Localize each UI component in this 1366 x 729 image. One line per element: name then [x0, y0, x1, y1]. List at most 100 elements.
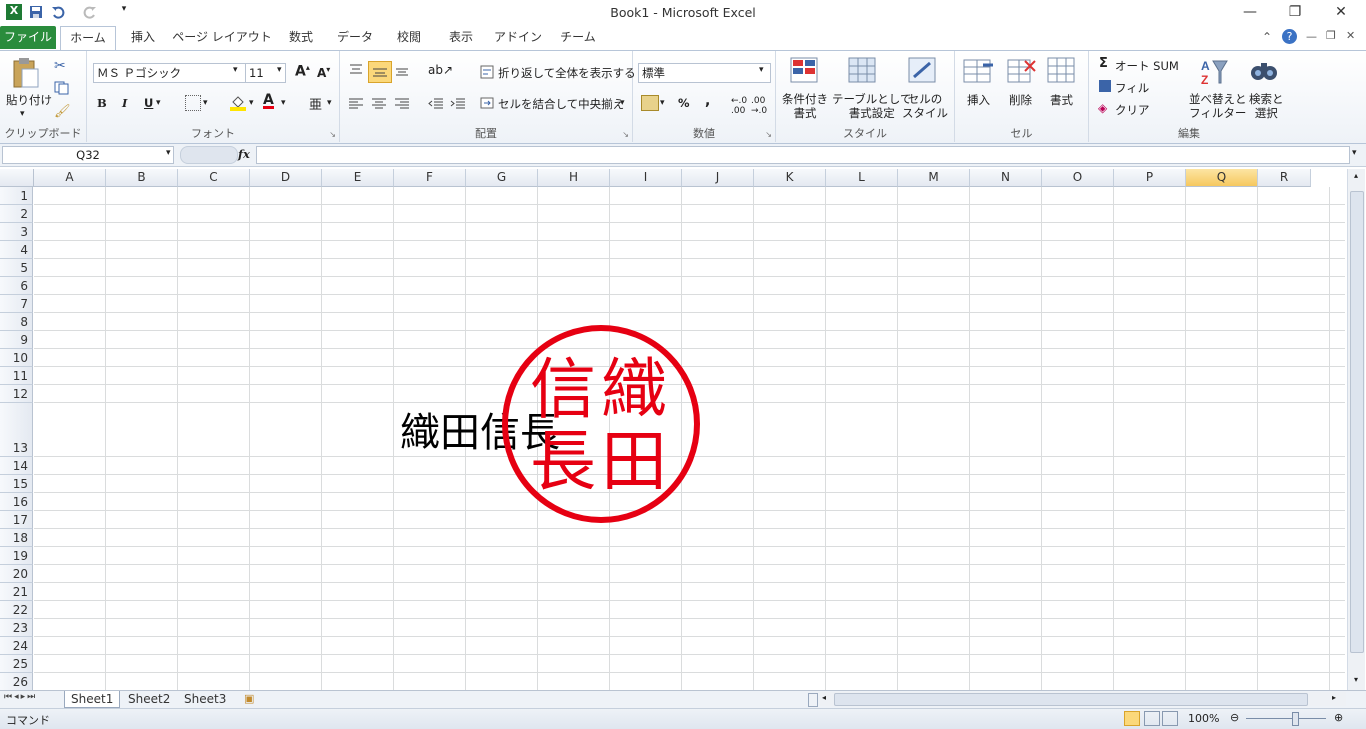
align-bottom-icon[interactable] [394, 63, 410, 80]
select-all-button[interactable] [0, 169, 34, 187]
tab-formulas[interactable]: 数式 [278, 26, 324, 49]
column-header-e[interactable]: E [322, 169, 394, 187]
increase-indent-icon[interactable] [450, 96, 466, 113]
formula-input[interactable] [256, 146, 1350, 164]
column-header-b[interactable]: B [106, 169, 178, 187]
font-size-dropdown-icon[interactable]: ▾ [277, 65, 282, 75]
row-header-4[interactable]: 4 [0, 241, 33, 259]
tab-addins[interactable]: アドイン [490, 26, 546, 49]
row-header-23[interactable]: 23 [0, 619, 33, 637]
tab-split-handle[interactable] [808, 693, 818, 707]
row-header-5[interactable]: 5 [0, 259, 33, 277]
name-box[interactable]: Q32 [2, 146, 174, 164]
number-format-select[interactable]: 標準 [638, 63, 771, 83]
row-header-8[interactable]: 8 [0, 313, 33, 331]
row-header-13[interactable]: 13 [0, 403, 33, 457]
collapse-ribbon-icon[interactable]: ⌃ [1262, 30, 1272, 44]
zoom-slider-thumb[interactable] [1292, 712, 1299, 726]
underline-dropdown-icon[interactable]: ▾ [156, 98, 161, 108]
page-layout-view-icon[interactable] [1144, 711, 1160, 726]
restore-button[interactable]: ❐ [1280, 4, 1310, 22]
row-header-17[interactable]: 17 [0, 511, 33, 529]
normal-view-icon[interactable] [1124, 711, 1140, 726]
row-header-3[interactable]: 3 [0, 223, 33, 241]
zoom-out-icon[interactable]: ⊖ [1230, 711, 1239, 724]
row-header-26[interactable]: 26 [0, 673, 33, 691]
column-header-p[interactable]: P [1114, 169, 1186, 187]
insert-cells-button[interactable]: 挿入 [967, 92, 990, 108]
conditional-formatting-button[interactable]: 条件付き 書式 [782, 92, 828, 120]
sheet-nav-arrows-icon[interactable]: ⏮◂▸⏭ [4, 692, 37, 702]
clear-icon[interactable]: ◈ [1098, 101, 1107, 115]
column-header-l[interactable]: L [826, 169, 898, 187]
phonetic-dropdown-icon[interactable]: ▾ [327, 98, 332, 108]
underline-button[interactable]: U [144, 96, 153, 110]
align-middle-icon[interactable] [368, 61, 392, 83]
delete-cells-button[interactable]: 削除 [1009, 92, 1032, 108]
row-header-22[interactable]: 22 [0, 601, 33, 619]
row-header-1[interactable]: 1 [0, 187, 33, 205]
cut-icon[interactable]: ✂ [54, 58, 66, 74]
decrease-indent-icon[interactable] [428, 96, 444, 113]
tab-team[interactable]: チーム [552, 26, 604, 49]
row-header-25[interactable]: 25 [0, 655, 33, 673]
row-header-18[interactable]: 18 [0, 529, 33, 547]
row-header-6[interactable]: 6 [0, 277, 33, 295]
workbook-close-icon[interactable]: ✕ [1346, 29, 1355, 42]
format-as-table-icon[interactable] [848, 57, 878, 88]
scroll-right-icon[interactable]: ▸ [1332, 693, 1336, 702]
row-header-15[interactable]: 15 [0, 475, 33, 493]
accounting-dropdown-icon[interactable]: ▾ [660, 98, 665, 108]
sort-filter-button[interactable]: 並べ替えと フィルター [1189, 92, 1247, 120]
column-header-o[interactable]: O [1042, 169, 1114, 187]
vertical-scroll-thumb[interactable] [1350, 191, 1364, 653]
tab-view[interactable]: 表示 [438, 26, 484, 49]
format-cells-button[interactable]: 書式 [1050, 92, 1073, 108]
sheet-tab-sheet2[interactable]: Sheet2 [122, 691, 176, 707]
column-header-r[interactable]: R [1258, 169, 1311, 187]
column-header-a[interactable]: A [34, 169, 106, 187]
orientation-icon[interactable]: ab↗ [428, 63, 453, 77]
comma-button[interactable]: , [705, 93, 710, 109]
row-header-10[interactable]: 10 [0, 349, 33, 367]
horizontal-scroll-thumb[interactable] [834, 693, 1308, 706]
bold-button[interactable]: B [97, 96, 107, 110]
workbook-restore-icon[interactable]: ❐ [1326, 29, 1336, 42]
row-header-20[interactable]: 20 [0, 565, 33, 583]
merge-center-icon[interactable] [480, 97, 494, 112]
font-name-select[interactable]: ＭＳ Ｐゴシック [93, 63, 246, 83]
font-color-icon[interactable]: A [263, 92, 274, 109]
help-icon[interactable]: ? [1282, 29, 1297, 44]
clear-button[interactable]: クリア [1115, 102, 1150, 118]
column-header-d[interactable]: D [250, 169, 322, 187]
shrink-font-icon[interactable]: A▾ [317, 65, 330, 80]
fill-color-icon[interactable] [229, 93, 247, 114]
name-stamp-image[interactable]: 信 織 長 田 [501, 324, 701, 524]
align-left-icon[interactable] [348, 96, 364, 113]
format-cells-icon[interactable] [1047, 57, 1077, 88]
borders-dropdown-icon[interactable]: ▾ [203, 98, 208, 108]
name-box-dropdown-icon[interactable]: ▾ [166, 148, 171, 158]
autosum-button[interactable]: オート SUM [1115, 58, 1179, 74]
column-header-m[interactable]: M [898, 169, 970, 187]
close-button[interactable]: ✕ [1326, 4, 1356, 22]
column-header-n[interactable]: N [970, 169, 1042, 187]
conditional-formatting-icon[interactable] [790, 57, 820, 88]
row-header-7[interactable]: 7 [0, 295, 33, 313]
font-dialog-launcher-icon[interactable]: ↘ [329, 130, 336, 139]
fill-icon[interactable] [1099, 80, 1111, 92]
wrap-text-icon[interactable] [480, 65, 494, 82]
italic-button[interactable]: I [122, 96, 127, 110]
column-header-h[interactable]: H [538, 169, 610, 187]
delete-cells-icon[interactable] [1007, 57, 1037, 88]
row-header-2[interactable]: 2 [0, 205, 33, 223]
align-right-icon[interactable] [394, 96, 410, 113]
percent-button[interactable]: % [678, 96, 690, 110]
column-header-f[interactable]: F [394, 169, 466, 187]
column-header-g[interactable]: G [466, 169, 538, 187]
paste-icon[interactable] [10, 57, 40, 89]
copy-icon[interactable] [54, 81, 69, 95]
align-center-icon[interactable] [371, 96, 387, 113]
wrap-text-button[interactable]: 折り返して全体を表示する [498, 65, 636, 81]
format-painter-icon[interactable]: 🖌 [54, 104, 71, 119]
